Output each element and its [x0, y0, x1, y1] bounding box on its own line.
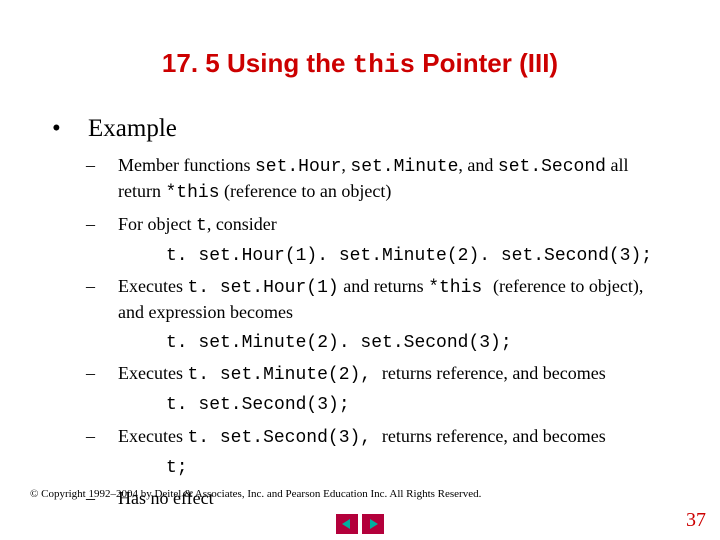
b1-c1: set.Hour: [255, 157, 341, 177]
b1-post: (reference to an object): [220, 181, 392, 201]
b3-mid1: and returns: [339, 276, 428, 296]
title-post: Pointer (III): [415, 48, 558, 78]
b1-c3: set.Second: [498, 157, 606, 177]
slide-title: 17. 5 Using the this Pointer (III): [0, 48, 720, 80]
slide-body: •Example –Member functions set.Hour, set…: [70, 115, 670, 517]
b4-c1: t. set.Minute(2),: [187, 365, 381, 385]
bullet-5: –Executes t. set.Second(3), returns refe…: [70, 424, 670, 450]
bullet-example-text: Example: [88, 115, 177, 142]
bullet-dot-icon: •: [70, 115, 88, 143]
page-number: 37: [686, 509, 706, 532]
bullet-1: –Member functions set.Hour, set.Minute, …: [70, 153, 670, 206]
bullet-2: –For object t, consider: [70, 212, 670, 238]
b5-pre: Executes: [118, 426, 187, 446]
bullet-3: –Executes t. set.Hour(1) and returns *th…: [70, 274, 670, 325]
dash-icon: –: [102, 361, 118, 385]
dash-icon: –: [102, 274, 118, 298]
b5-c1: t. set.Second(3),: [187, 428, 381, 448]
title-section: 17. 5: [162, 48, 227, 78]
b3-pre: Executes: [118, 276, 187, 296]
b2-code: t. set.Hour(1). set.Minute(2). set.Secon…: [70, 244, 670, 268]
title-code: this: [353, 50, 415, 80]
b2-pre: For object: [118, 214, 196, 234]
triangle-right-icon: [367, 518, 379, 530]
triangle-left-icon: [341, 518, 353, 530]
dash-icon: –: [102, 212, 118, 236]
slide: 17. 5 Using the this Pointer (III) •Exam…: [0, 0, 720, 540]
next-button[interactable]: [362, 514, 384, 534]
prev-button[interactable]: [336, 514, 358, 534]
b3-c1: t. set.Hour(1): [187, 278, 338, 298]
b5-post: returns reference, and becomes: [382, 426, 606, 446]
title-pre: Using the: [227, 48, 353, 78]
b2-c1: t: [196, 216, 207, 236]
b4-pre: Executes: [118, 363, 187, 383]
b1-pre: Member functions: [118, 155, 255, 175]
bullet-example: •Example: [70, 115, 670, 143]
b1-c4: *this: [165, 183, 219, 203]
b5-code: t;: [70, 456, 670, 480]
b4-post: returns reference, and becomes: [382, 363, 606, 383]
b4-code: t. set.Second(3);: [70, 393, 670, 417]
bullet-4: –Executes t. set.Minute(2), returns refe…: [70, 361, 670, 387]
b1-c2: set.Minute: [350, 157, 458, 177]
dash-icon: –: [102, 153, 118, 177]
b3-c2: *this: [428, 278, 493, 298]
dash-icon: –: [102, 424, 118, 448]
copyright-text: © Copyright 1992–2004 by Deitel & Associ…: [30, 488, 481, 500]
b3-code: t. set.Minute(2). set.Second(3);: [70, 331, 670, 355]
nav-buttons: [336, 514, 384, 534]
b1-mid2: , and: [458, 155, 498, 175]
b2-post: , consider: [207, 214, 277, 234]
